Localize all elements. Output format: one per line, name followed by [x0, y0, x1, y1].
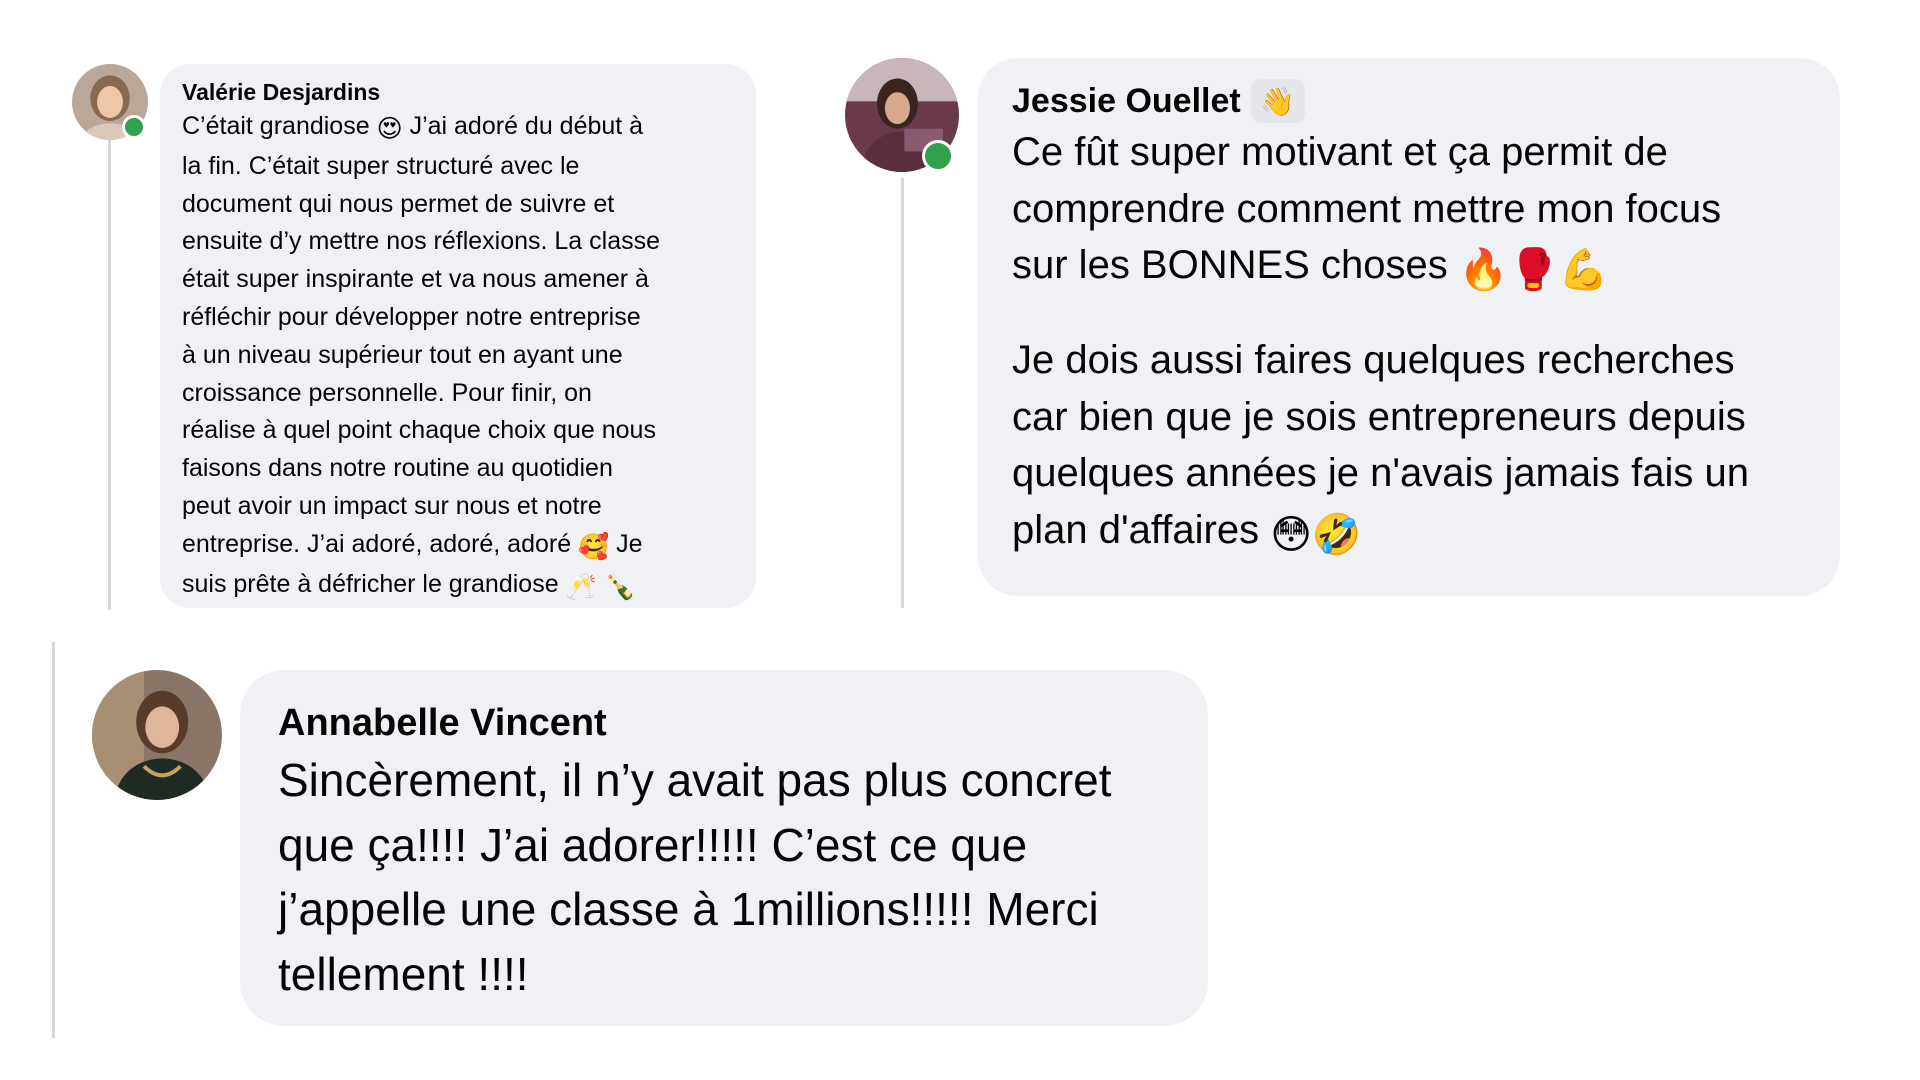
comment-line: sur les BONNES choses 🔥🥊💪 — [1012, 237, 1840, 298]
comment-line: la fin. C’était super structuré avec le — [182, 151, 580, 180]
reply-thread-line — [52, 642, 55, 1038]
author-name[interactable]: Annabelle Vincent — [278, 702, 607, 745]
avatar[interactable] — [92, 670, 222, 800]
comment-line: peut avoir un impact sur nous et notre — [182, 491, 602, 520]
comment-line: faisons dans notre routine au quotidien — [182, 454, 613, 483]
flushed-laughing-emoji-icon: 😳🤣 — [1270, 511, 1362, 558]
champagne-emoji-icon: 🥂 🍾 — [565, 571, 636, 601]
comment-line: plan d'affaires 😳🤣 — [1012, 502, 1840, 563]
comment-line: croissance personnelle. Pour finir, on — [182, 378, 592, 407]
online-status-indicator — [922, 140, 954, 172]
waving-hand-icon: 👋 — [1260, 84, 1296, 118]
comment-line: ensuite d’y mettre nos réflexions. La cl… — [182, 227, 661, 256]
comment-line: était super inspirante et va nous amener… — [182, 265, 649, 294]
comment-line: Ce fût super motivant et ça permit de — [1012, 130, 1668, 174]
comment-body: C’était grandiose 😍 J’ai adoré du début … — [182, 108, 756, 605]
comment-bubble: Valérie Desjardins C’était grandiose 😍 J… — [160, 64, 756, 608]
reply-thread-line — [901, 178, 904, 608]
comment-line: que ça!!!! J’ai adorer!!!!! C’est ce que — [278, 818, 1028, 871]
comment-author[interactable]: Valérie Desjardins — [182, 76, 756, 108]
comment-line: suis prête à défricher le grandiose 🥂 🍾 — [182, 566, 756, 606]
comment-line: quelques années je n'avais jamais fais u… — [1012, 451, 1749, 496]
author-name[interactable]: Jessie Ouellet — [1012, 82, 1241, 121]
comment-line: Je dois aussi faires quelques recherches — [1012, 338, 1735, 383]
comment-author[interactable]: Annabelle Vincent — [278, 698, 1208, 748]
comment-bubble: Annabelle Vincent Sincèrement, il n’y av… — [240, 670, 1208, 1026]
comment-bubble: Jessie Ouellet 👋 Ce fût super motivant e… — [978, 58, 1840, 596]
comment-body: Ce fût super motivant et ça permit de co… — [1012, 124, 1840, 563]
online-status-indicator — [122, 115, 146, 139]
fire-boxing-muscle-emoji-icon: 🔥🥊💪 — [1458, 246, 1609, 293]
comment-line: tellement !!!! — [278, 947, 529, 1000]
comment-line: comprendre comment mettre mon focus — [1012, 186, 1722, 231]
wave-badge: 👋 — [1250, 79, 1305, 123]
avatar-photo-icon — [92, 670, 222, 800]
comment-author[interactable]: Jessie Ouellet 👋 — [1012, 78, 1840, 124]
comment-line: entreprise. J’ai adoré, adoré, adoré 🥰 J… — [182, 526, 756, 566]
comment-body: Sincèrement, il n’y avait pas plus concr… — [278, 748, 1208, 1006]
reply-thread-line — [108, 140, 111, 610]
author-name[interactable]: Valérie Desjardins — [182, 79, 380, 106]
comment-line: car bien que je sois entrepreneurs depui… — [1012, 394, 1746, 439]
comment-line: j’appelle une classe à 1millions!!!!! Me… — [278, 883, 1099, 935]
comment-line: à un niveau supérieur tout en ayant une — [182, 340, 623, 369]
smiling-face-hearts-emoji-icon: 🥰 — [578, 531, 610, 561]
comment-line: réfléchir pour développer notre entrepri… — [182, 302, 641, 331]
comment-line: document qui nous permet de suivre et — [182, 189, 615, 218]
comment-line: Sincèrement, il n’y avait pas plus concr… — [278, 754, 1112, 806]
heart-eyes-emoji-icon: 😍 — [376, 114, 403, 143]
comment-line: C’était grandiose 😍 J’ai adoré du début … — [182, 108, 756, 148]
comment-line: réalise à quel point chaque choix que no… — [182, 416, 656, 445]
